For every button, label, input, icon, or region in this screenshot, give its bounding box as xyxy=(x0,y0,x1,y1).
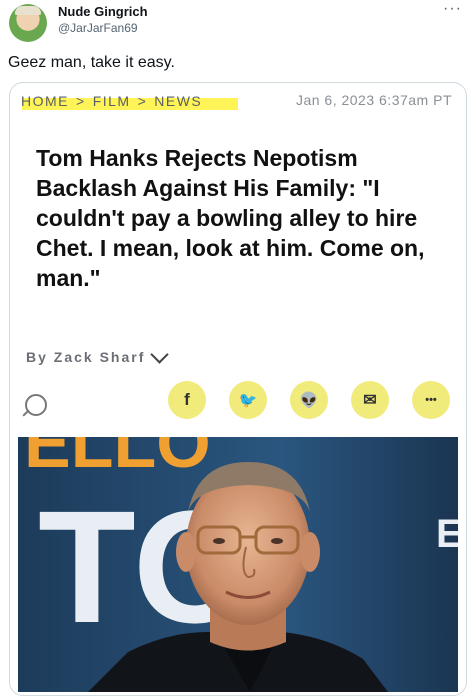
breadcrumb: HOME > FILM > NEWS xyxy=(21,93,202,109)
breadcrumb-separator: > xyxy=(76,93,86,109)
chevron-down-icon xyxy=(150,344,170,364)
more-icon[interactable]: ••• xyxy=(412,381,450,419)
byline-text: By Zack Sharf xyxy=(26,349,146,365)
tweet-header: Nude Gingrich @JarJarFan69 ··· xyxy=(0,0,474,50)
tweet-text: Geez man, take it easy. xyxy=(8,54,175,71)
email-icon[interactable]: ✉ xyxy=(351,381,389,419)
display-name[interactable]: Nude Gingrich xyxy=(58,4,148,19)
backdrop-letters-top: ELLO xyxy=(24,437,211,482)
facebook-icon[interactable]: f xyxy=(168,381,206,419)
breadcrumb-news[interactable]: NEWS xyxy=(154,93,202,109)
reddit-icon[interactable]: 👽 xyxy=(290,381,328,419)
more-dots-icon[interactable]: ··· xyxy=(443,0,462,18)
article-photo: ELLO TO E xyxy=(18,437,458,692)
breadcrumb-home[interactable]: HOME xyxy=(21,93,69,109)
backdrop-letters-right: E xyxy=(436,512,458,556)
twitter-icon[interactable]: 🐦 xyxy=(229,381,267,419)
breadcrumb-film[interactable]: FILM xyxy=(93,93,131,109)
avatar[interactable] xyxy=(9,4,47,42)
handle[interactable]: @JarJarFan69 xyxy=(58,21,138,35)
byline[interactable]: By Zack Sharf xyxy=(26,344,170,365)
article-card[interactable]: HOME > FILM > NEWS Jan 6, 2023 6:37am PT… xyxy=(9,82,467,696)
headline: Tom Hanks Rejects Nepotism Backlash Agai… xyxy=(36,145,425,291)
breadcrumb-separator: > xyxy=(137,93,148,109)
search-icon[interactable] xyxy=(25,394,47,416)
article-date: Jan 6, 2023 6:37am PT xyxy=(295,92,452,108)
tom-hanks-photo: ELLO TO E xyxy=(18,437,458,692)
